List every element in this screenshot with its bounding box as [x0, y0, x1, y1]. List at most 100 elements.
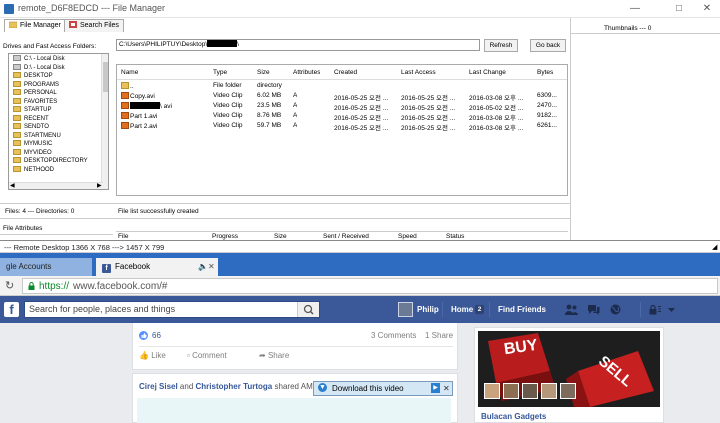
- col-sent-received[interactable]: Sent / Received: [323, 233, 369, 240]
- redacted-segment: [207, 40, 238, 47]
- shared-video-preview[interactable]: [137, 398, 451, 423]
- table-row[interactable]: Part 1.avi Video Clip 8.76 MB A 2016-05-…: [117, 111, 567, 122]
- refresh-button[interactable]: Refresh: [484, 39, 518, 52]
- folder-item-personal[interactable]: PERSONAL: [13, 89, 57, 98]
- folder-icon: [13, 97, 21, 104]
- folder-item-favorites[interactable]: FAVORITES: [13, 97, 57, 107]
- col-last-access[interactable]: Last Access: [401, 69, 436, 76]
- col-bytes[interactable]: Bytes: [537, 69, 553, 76]
- folder-item-startup[interactable]: STARTUP: [13, 106, 51, 115]
- share-button[interactable]: ➦ Share: [259, 351, 289, 360]
- comment-icon: ▫: [187, 351, 190, 360]
- folder-icon: [13, 89, 21, 95]
- folder-item-mymusic[interactable]: MYMUSIC: [13, 140, 52, 149]
- drives-tree[interactable]: C:\ - Local Disk D:\ - Local Disk DESKTO…: [8, 53, 109, 190]
- col-last-change[interactable]: Last Change: [469, 69, 506, 76]
- folder-item-desktop[interactable]: DESKTOP: [13, 72, 53, 81]
- play-icon[interactable]: ▶: [431, 383, 440, 393]
- profile-link[interactable]: Philip: [417, 305, 439, 314]
- url-field[interactable]: https:// www.facebook.com/#: [22, 278, 718, 294]
- table-row[interactable]: Copy.avi Video Clip 6.02 MB A 2016-05-25…: [117, 91, 567, 102]
- thumbs-up-icon: 👍: [139, 351, 149, 360]
- scroll-thumb[interactable]: [103, 62, 108, 92]
- friend-requests-icon[interactable]: [565, 304, 578, 315]
- notifications-globe-icon[interactable]: [609, 304, 622, 315]
- maximize-button[interactable]: □: [664, 1, 694, 17]
- close-button[interactable]: ✕: [692, 1, 720, 17]
- table-row[interactable]: \ avi Video Clip 23.5 MB A 2016-05-25 오전…: [117, 101, 567, 112]
- browser-tab-facebook[interactable]: f Facebook 🔈 ✕: [96, 258, 218, 276]
- folder-item-desktopdirectory[interactable]: DESKTOPDIRECTORY: [13, 157, 88, 166]
- folder-item-recent[interactable]: RECENT: [13, 114, 49, 124]
- search-button[interactable]: [297, 302, 319, 317]
- post-divider: [139, 346, 453, 347]
- file-counts: Files: 4 --- Directories: 0: [5, 208, 75, 215]
- author-link[interactable]: Cirej Sisel: [139, 382, 178, 391]
- tab-file-manager[interactable]: File Manager: [4, 19, 66, 32]
- drive-item-c[interactable]: C:\ - Local Disk: [13, 55, 65, 64]
- dismiss-icon[interactable]: ✕: [443, 382, 450, 395]
- avatar[interactable]: [522, 383, 538, 399]
- privacy-lock-icon[interactable]: [648, 304, 661, 315]
- folder-icon: [13, 114, 21, 121]
- comment-button[interactable]: ▫ Comment: [187, 351, 227, 360]
- home-link[interactable]: Home: [451, 305, 473, 314]
- avatar[interactable]: [484, 383, 500, 399]
- folder-item-nethood[interactable]: NETHOOD: [13, 165, 54, 175]
- author-link[interactable]: Christopher Turtoga: [196, 382, 273, 391]
- col-name[interactable]: Name: [121, 69, 138, 76]
- facebook-logo[interactable]: f: [4, 302, 19, 317]
- find-friends-link[interactable]: Find Friends: [498, 305, 546, 314]
- go-back-button[interactable]: Go back: [530, 39, 566, 52]
- scroll-right-icon[interactable]: ▶: [97, 182, 102, 189]
- like-button[interactable]: 👍 Like: [139, 351, 166, 360]
- scroll-left-icon[interactable]: ◀: [10, 182, 15, 189]
- col-file[interactable]: File: [118, 233, 128, 240]
- avatar[interactable]: [398, 302, 413, 317]
- col-progress[interactable]: Progress: [212, 233, 238, 240]
- tab-file-attributes[interactable]: File Attributes: [3, 225, 42, 232]
- folder-icon: [13, 148, 21, 155]
- folder-item-startmenu[interactable]: STARTMENU: [13, 131, 61, 141]
- col-transfer-size[interactable]: Size: [274, 233, 287, 240]
- table-row[interactable]: Part 2.avi Video Clip 59.7 MB A 2016-05-…: [117, 121, 567, 132]
- shares-count[interactable]: 1 Share: [425, 331, 453, 340]
- download-video-button[interactable]: ▼ Download this video ▶ ✕: [313, 381, 453, 396]
- folder-item-sendto[interactable]: SENDTO: [13, 123, 49, 132]
- avatar[interactable]: [541, 383, 557, 399]
- attr-divider: [0, 234, 113, 235]
- col-type[interactable]: Type: [213, 69, 227, 76]
- tab-close-icon[interactable]: ✕: [208, 258, 215, 276]
- minimize-button[interactable]: —: [620, 1, 650, 17]
- drives-vscrollbar[interactable]: [101, 54, 108, 189]
- col-created[interactable]: Created: [334, 69, 357, 76]
- messages-icon[interactable]: [587, 304, 600, 315]
- avatar[interactable]: [503, 383, 519, 399]
- avatar[interactable]: [560, 383, 576, 399]
- likes-count[interactable]: 66: [152, 331, 161, 340]
- comments-count[interactable]: 3 Comments: [371, 331, 416, 340]
- drives-hscrollbar[interactable]: ◀ ▶: [9, 182, 103, 189]
- folder-item-myvideo[interactable]: MYVIDEO: [13, 148, 52, 158]
- folder-item-programs[interactable]: PROGRAMS: [13, 80, 59, 90]
- facebook-search-input[interactable]: Search for people, places and things: [24, 301, 320, 318]
- path-input[interactable]: C:\Users\PHILIPTUY\Desktop\ \: [116, 39, 480, 51]
- col-status[interactable]: Status: [446, 233, 464, 240]
- drive-item-d[interactable]: D:\ - Local Disk: [13, 63, 65, 73]
- table-row[interactable]: .. File folder directory: [117, 81, 567, 91]
- col-attributes[interactable]: Attributes: [293, 69, 320, 76]
- folder-icon: [13, 72, 21, 78]
- reload-icon[interactable]: ↻: [5, 279, 14, 292]
- download-icon: ▼: [318, 383, 327, 392]
- settings-dropdown-icon[interactable]: [665, 304, 678, 315]
- resize-icon[interactable]: ◢: [712, 243, 717, 251]
- browser-tab-google-accounts[interactable]: gle Accounts: [0, 258, 92, 276]
- folder-icon: [13, 123, 21, 129]
- ad-image[interactable]: BUY SELL: [478, 331, 660, 407]
- tab-search-files[interactable]: Search Files: [64, 19, 124, 32]
- file-table[interactable]: Name Type Size Attributes Created Last A…: [116, 64, 568, 196]
- col-speed[interactable]: Speed: [398, 233, 417, 240]
- ad-title[interactable]: Bulacan Gadgets: [481, 412, 546, 421]
- col-size[interactable]: Size: [257, 69, 270, 76]
- audio-icon[interactable]: 🔈: [198, 258, 208, 276]
